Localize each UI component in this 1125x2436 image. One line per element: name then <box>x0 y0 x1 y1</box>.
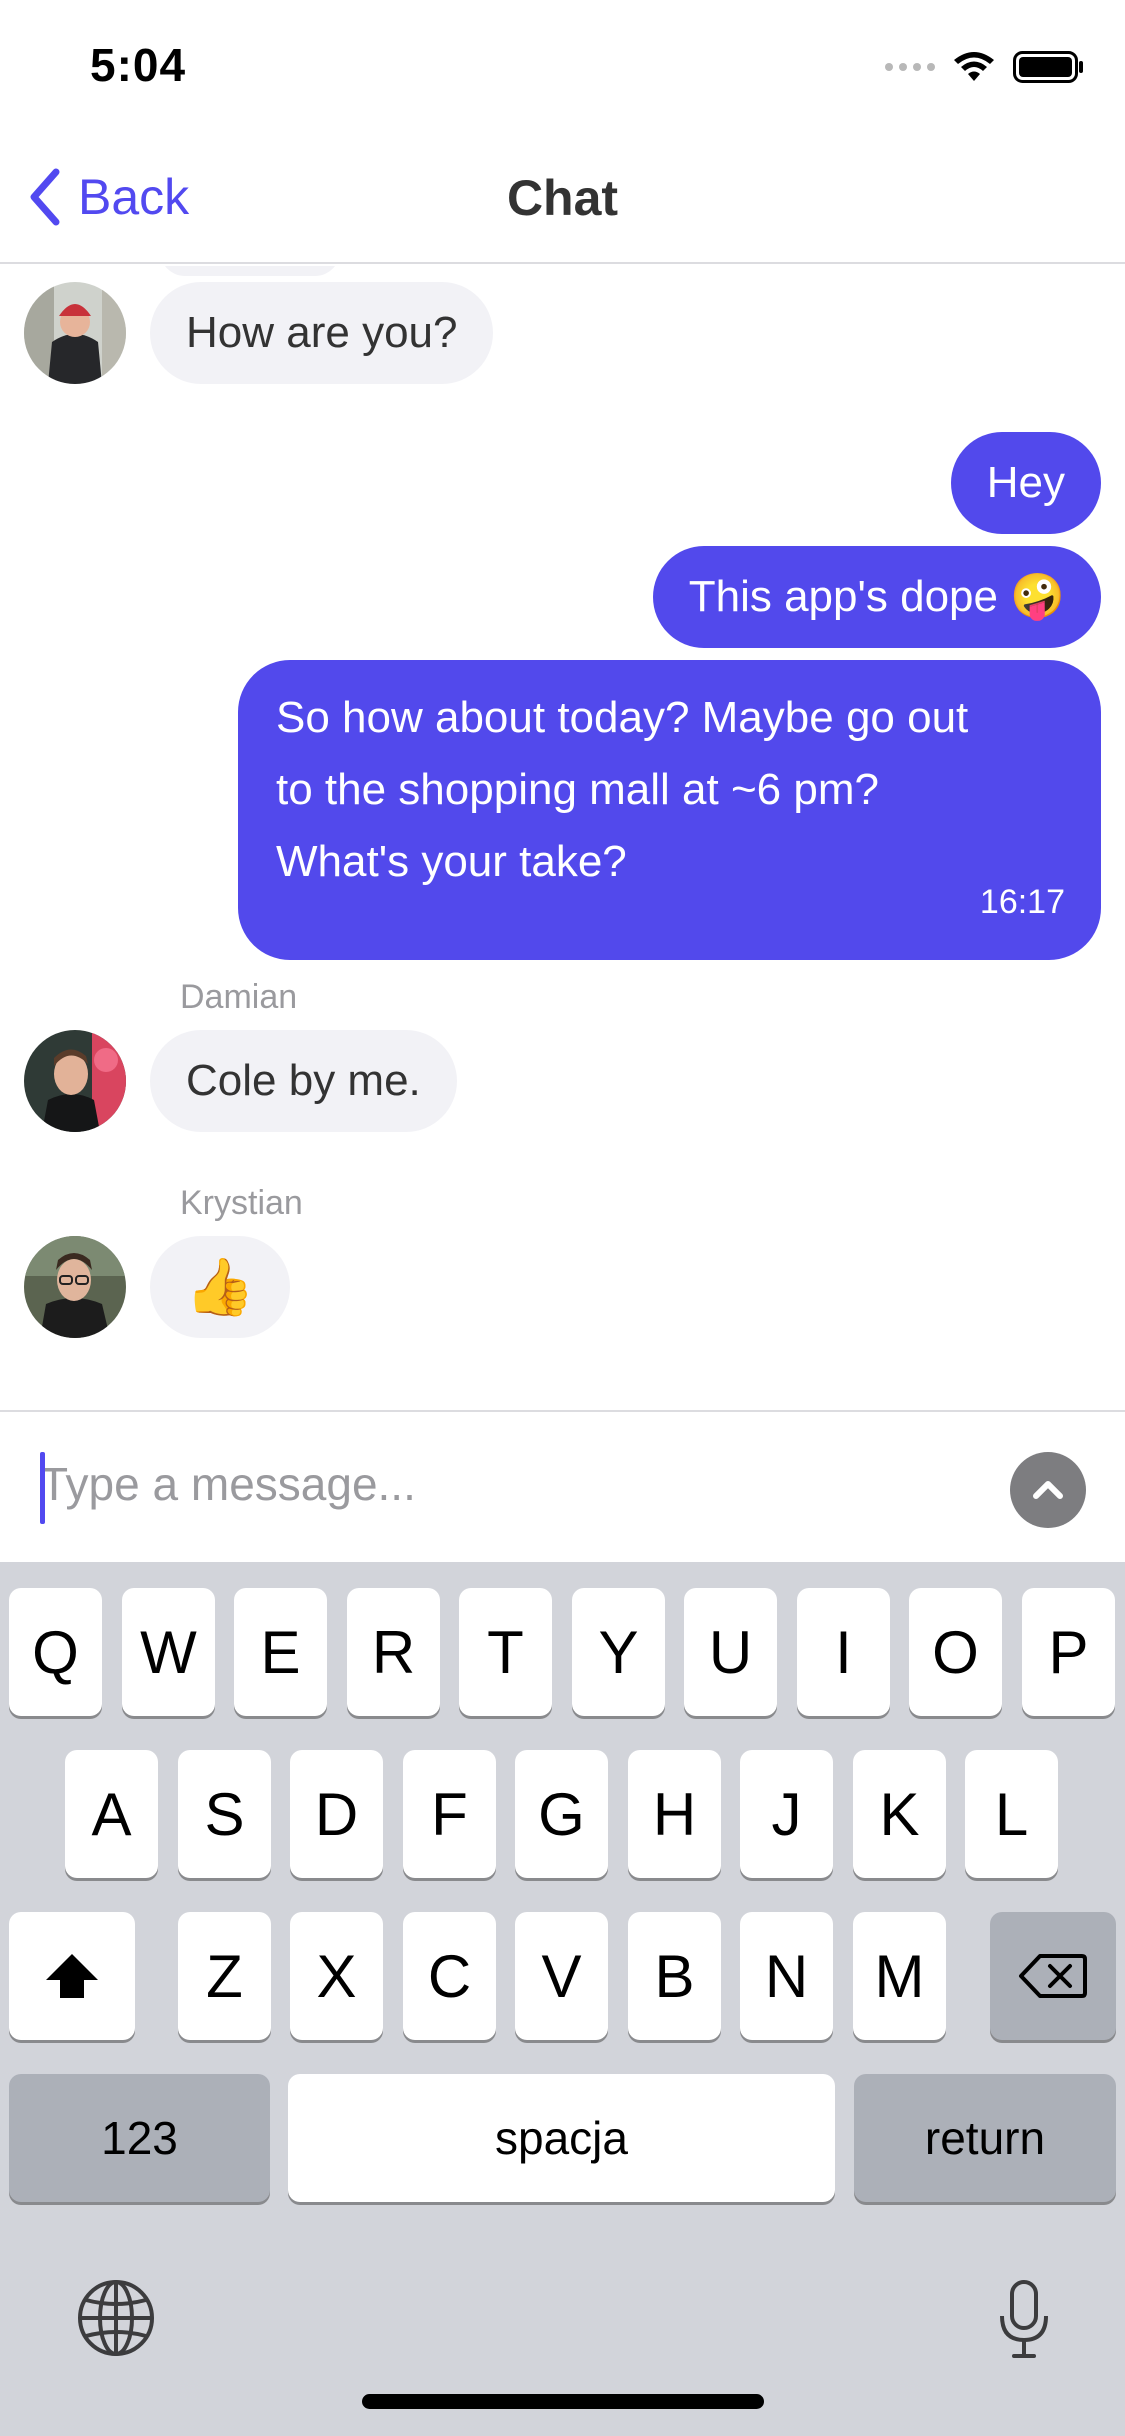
microphone-icon <box>1000 2280 1048 2358</box>
key-e[interactable]: E <box>234 1588 327 1716</box>
numbers-key[interactable]: 123 <box>9 2074 270 2202</box>
key-t[interactable]: T <box>459 1588 552 1716</box>
key-a[interactable]: A <box>65 1750 158 1878</box>
key-y[interactable]: Y <box>572 1588 665 1716</box>
key-c[interactable]: C <box>403 1912 496 2040</box>
message-text: Cole by me. <box>186 1056 421 1105</box>
avatar[interactable] <box>24 1236 126 1338</box>
message-bubble[interactable]: Hey <box>950 432 1101 534</box>
status-time: 5:04 <box>90 39 187 91</box>
key-w[interactable]: W <box>122 1588 215 1716</box>
message-bubble[interactable]: How are you? <box>150 282 494 384</box>
key-g[interactable]: G <box>515 1750 608 1878</box>
key-m[interactable]: M <box>853 1912 946 2040</box>
key-h[interactable]: H <box>628 1750 721 1878</box>
space-key[interactable]: spacja <box>288 2074 835 2202</box>
status-icons <box>885 50 1085 84</box>
message-composer <box>0 1410 1125 1560</box>
microphone-button[interactable] <box>996 2278 1052 2362</box>
key-p[interactable]: P <box>1022 1588 1115 1716</box>
key-b[interactable]: B <box>628 1912 721 2040</box>
message-text: This app's dope 🤪 <box>688 572 1065 621</box>
message-bubble[interactable]: So how about today? Maybe go out to the … <box>238 660 1101 960</box>
message-text: Hey <box>986 458 1065 507</box>
key-i[interactable]: I <box>797 1588 890 1716</box>
message-bubble[interactable]: 👍 <box>150 1236 290 1338</box>
globe-button[interactable] <box>76 2278 156 2358</box>
status-bar: 5:04 <box>0 0 1125 132</box>
avatar[interactable] <box>24 282 126 384</box>
message-line: What's your take? <box>276 837 627 886</box>
key-o[interactable]: O <box>909 1588 1002 1716</box>
message-text: How are you? <box>186 308 458 357</box>
key-u[interactable]: U <box>684 1588 777 1716</box>
signal-icon <box>885 63 935 71</box>
message-input[interactable] <box>40 1448 980 1520</box>
nav-bar: Back Chat <box>0 132 1125 264</box>
message-emoji: 👍 <box>185 1255 255 1318</box>
message-line: to the shopping mall at ~6 pm? <box>276 765 879 814</box>
key-v[interactable]: V <box>515 1912 608 2040</box>
send-button[interactable] <box>1010 1452 1086 1528</box>
backspace-key[interactable] <box>990 1912 1116 2040</box>
key-j[interactable]: J <box>740 1750 833 1878</box>
message-line: So how about today? Maybe go out <box>276 693 969 742</box>
sender-name: Damian <box>180 978 298 1016</box>
key-q[interactable]: Q <box>9 1588 102 1716</box>
key-x[interactable]: X <box>290 1912 383 2040</box>
battery-icon <box>1013 51 1083 83</box>
key-z[interactable]: Z <box>178 1912 271 2040</box>
key-l[interactable]: L <box>965 1750 1058 1878</box>
message-bubble-partial <box>160 266 340 276</box>
home-indicator[interactable] <box>362 2394 764 2409</box>
message-bubble[interactable]: Cole by me. <box>150 1030 457 1132</box>
page-title: Chat <box>506 170 619 226</box>
globe-icon <box>78 2280 154 2356</box>
sender-name: Krystian <box>180 1184 303 1222</box>
return-key[interactable]: return <box>854 2074 1116 2202</box>
key-n[interactable]: N <box>740 1912 833 2040</box>
key-r[interactable]: R <box>347 1588 440 1716</box>
avatar[interactable] <box>24 1030 126 1132</box>
text-caret <box>40 1452 45 1524</box>
backspace-icon <box>1019 1954 1087 1998</box>
wifi-icon <box>954 52 994 81</box>
keyboard: Q W E R T Y U I O P A S D F G H J K L Z … <box>0 1562 1125 2436</box>
message-timestamp: 16:17 <box>979 883 1065 921</box>
message-bubble[interactable]: This app's dope 🤪 <box>652 546 1101 648</box>
send-arrow-icon <box>1033 1481 1063 1499</box>
key-s[interactable]: S <box>178 1750 271 1878</box>
chat-message-list[interactable]: How are you? Hey This app's dope 🤪 So ho… <box>0 266 1125 1410</box>
shift-key[interactable] <box>9 1912 135 2040</box>
shift-icon <box>46 1954 98 1998</box>
key-k[interactable]: K <box>853 1750 946 1878</box>
key-f[interactable]: F <box>403 1750 496 1878</box>
key-d[interactable]: D <box>290 1750 383 1878</box>
